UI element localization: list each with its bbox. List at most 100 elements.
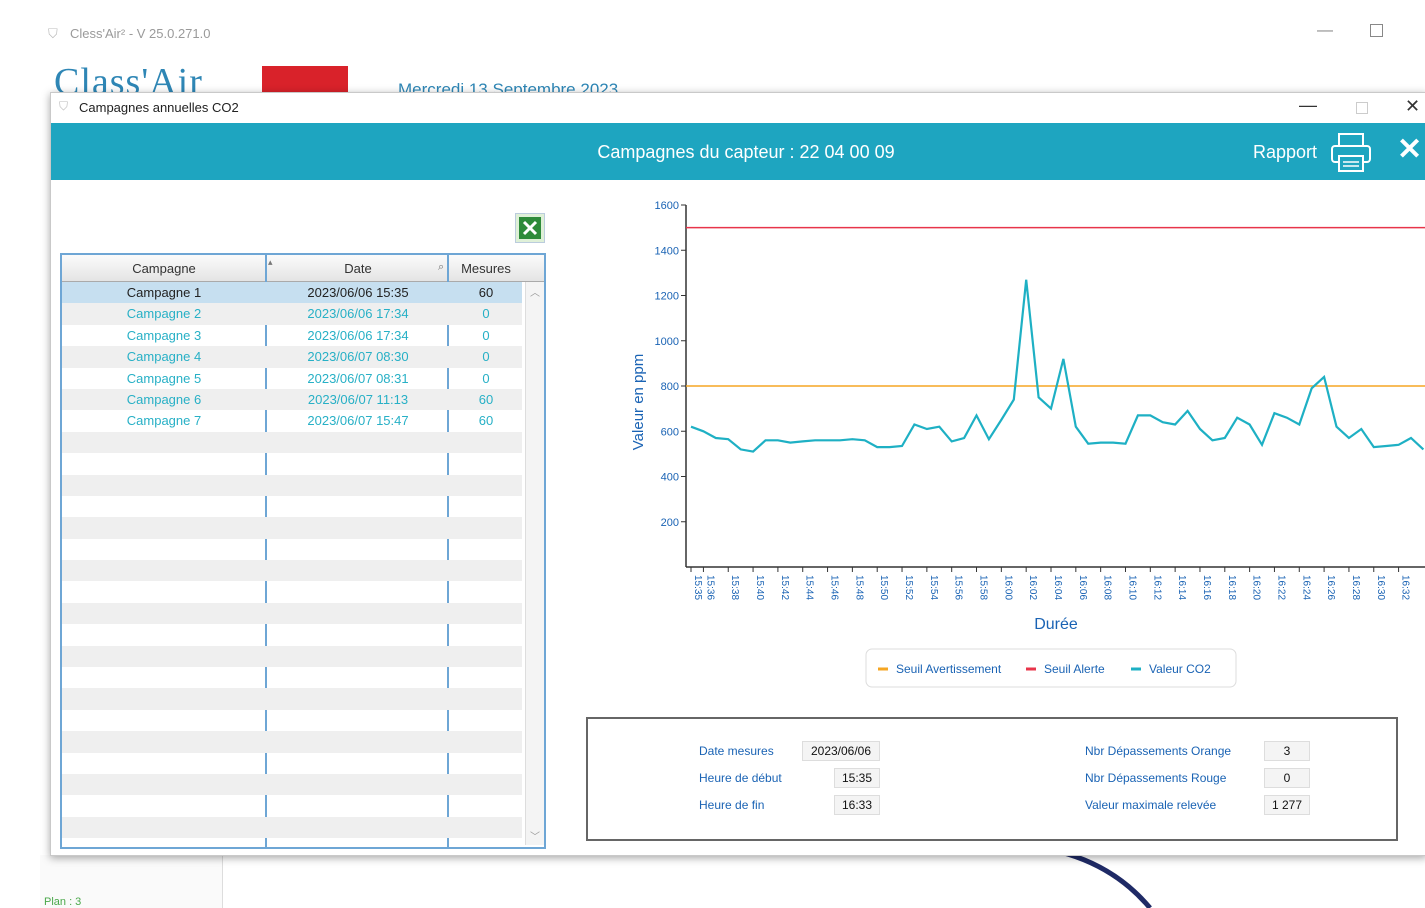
campaigns-dialog: ⛉ Campagnes annuelles CO2 — ✕ Campagnes …	[50, 92, 1425, 856]
y-tick-label: 1600	[655, 200, 679, 212]
table-row[interactable]	[62, 431, 522, 454]
table-scrollbar[interactable]: ︿ ﹀	[525, 282, 544, 845]
cell-campagne: Campagne 5	[126, 370, 202, 386]
x-tick-label: 15:44	[804, 575, 815, 600]
co2-chart: 200 400 600 800 1000 1200 1400 1600 15:35 15:36 15…	[630, 200, 1425, 688]
x-tick-label: 15:35	[692, 575, 703, 600]
table-row[interactable]: Campagne 1 2023/06/06 15:35 60	[62, 282, 522, 304]
banner-close-icon[interactable]: ✕	[1397, 132, 1422, 167]
measure-summary-panel: Date mesures 2023/06/06 Heure de début 1…	[586, 717, 1398, 841]
column-header-campagne[interactable]: Campagne	[62, 261, 266, 276]
cell-date: 2023/06/07 08:30	[307, 349, 409, 365]
x-tick-label: 16:18	[1226, 575, 1237, 600]
table-row[interactable]	[62, 710, 522, 731]
table-row[interactable]	[62, 773, 522, 796]
cell-mesures: 60	[478, 285, 494, 300]
table-row[interactable]: Campagne 5 2023/06/07 08:31 0	[62, 368, 522, 389]
x-tick-label: 16:04	[1052, 575, 1063, 600]
cell-date: 2023/06/06 17:34	[307, 327, 409, 343]
table-row[interactable]: Campagne 6 2023/06/07 11:13 60	[62, 388, 522, 411]
excel-icon	[519, 217, 541, 239]
table-body: Campagne 1 2023/06/06 15:35 60 Campagne 2 20…	[62, 282, 522, 839]
scroll-down-icon[interactable]: ﹀	[530, 828, 540, 843]
y-axis-title: Valeur en ppm	[630, 354, 647, 450]
start-time-value: 15:35	[834, 768, 880, 788]
x-tick-label: 16:14	[1176, 575, 1187, 600]
x-tick-label: 16:00	[1002, 575, 1013, 600]
table-row[interactable]: Campagne 4 2023/06/07 08:30 0	[62, 346, 522, 368]
excel-export-button[interactable]	[515, 213, 545, 243]
cell-campagne: Campagne 4	[126, 349, 202, 365]
x-tick-label: 16:22	[1275, 575, 1286, 600]
table-row[interactable]: Campagne 3 2023/06/06 17:34 0	[62, 325, 522, 346]
x-tick-label: 15:58	[978, 575, 989, 600]
search-icon[interactable]: ⌕	[438, 261, 444, 274]
cell-campagne: Campagne 1	[126, 285, 202, 300]
x-tick-label: 15:54	[928, 575, 939, 600]
x-tick-label: 16:28	[1350, 575, 1361, 600]
cell-date: 2023/06/07 15:47	[307, 413, 409, 429]
table-row[interactable]	[62, 602, 522, 625]
cell-mesures: 0	[482, 306, 490, 322]
table-row[interactable]	[62, 474, 522, 496]
x-tick-label: 16:10	[1126, 575, 1137, 600]
dialog-minimize-button[interactable]: —	[1299, 95, 1317, 116]
legend-label: Seuil Alerte	[1044, 662, 1105, 676]
x-axis-title: Durée	[1034, 616, 1078, 633]
cell-campagne: Campagne 2	[126, 306, 202, 322]
scroll-up-icon[interactable]: ︿	[530, 284, 540, 299]
table-row[interactable]	[62, 816, 522, 839]
cell-date: 2023/06/06 17:34	[307, 306, 409, 322]
table-row[interactable]: Campagne 7 2023/06/07 15:47 60	[62, 410, 522, 431]
cell-date: 2023/06/06 15:35	[307, 285, 409, 300]
cell-mesures: 0	[482, 370, 490, 386]
x-tick-label: 16:16	[1201, 575, 1212, 600]
table-row[interactable]	[62, 624, 522, 645]
x-tick-label: 16:06	[1077, 575, 1088, 600]
x-tick-label: 16:24	[1300, 575, 1311, 600]
cell-mesures: 0	[482, 327, 490, 343]
cell-mesures: 60	[478, 391, 494, 407]
x-tick-label: 15:42	[779, 575, 790, 600]
table-row[interactable]	[62, 496, 522, 517]
end-time-value: 16:33	[834, 795, 880, 815]
table-row[interactable]	[62, 667, 522, 688]
table-row[interactable]	[62, 795, 522, 816]
date-mesures-label: Date mesures	[699, 744, 774, 758]
dialog-close-button[interactable]: ✕	[1405, 96, 1420, 117]
table-row[interactable]	[62, 688, 522, 710]
y-tick-label: 600	[661, 426, 679, 438]
table-row[interactable]: Campagne 2 2023/06/06 17:34 0	[62, 303, 522, 325]
report-button[interactable]: Rapport	[1253, 142, 1317, 163]
table-row[interactable]	[62, 539, 522, 560]
table-row[interactable]	[62, 581, 522, 602]
x-tick-label: 15:50	[878, 575, 889, 600]
table-row[interactable]	[62, 731, 522, 753]
orange-exceed-value: 3	[1264, 741, 1310, 761]
table-row[interactable]	[62, 753, 522, 774]
x-tick-label: 16:12	[1151, 575, 1162, 600]
printer-icon[interactable]	[1329, 131, 1377, 175]
y-tick-label: 1000	[655, 336, 679, 348]
orange-exceed-label: Nbr Dépassements Orange	[1085, 744, 1232, 758]
table-row[interactable]	[62, 453, 522, 474]
x-tick-label: 16:32	[1400, 575, 1411, 600]
x-tick-label: 15:38	[729, 575, 740, 600]
x-tick-label: 15:36	[704, 575, 715, 600]
y-tick-label: 1200	[655, 291, 679, 303]
dialog-titlebar: ⛉ Campagnes annuelles CO2 — ✕	[51, 93, 1425, 122]
table-row[interactable]	[62, 645, 522, 668]
table-row[interactable]	[62, 517, 522, 539]
y-tick-label: 800	[661, 381, 679, 393]
dialog-heading: Campagnes du capteur : 22 04 00 09	[597, 142, 895, 162]
table-header: Campagne Date Mesures ⌕ ▴	[62, 255, 544, 282]
dialog-maximize-button[interactable]	[1356, 102, 1368, 114]
table-row[interactable]	[62, 560, 522, 582]
cell-date: 2023/06/07 08:31	[307, 370, 409, 386]
column-header-date[interactable]: Date	[268, 261, 448, 276]
dialog-banner: Campagnes du capteur : 22 04 00 09 Rappo…	[51, 123, 1425, 180]
x-tick-label: 16:20	[1251, 575, 1262, 600]
dialog-title: Campagnes annuelles CO2	[79, 100, 239, 115]
x-tick-label: 15:40	[754, 575, 765, 600]
column-header-mesures[interactable]: Mesures	[450, 261, 522, 276]
